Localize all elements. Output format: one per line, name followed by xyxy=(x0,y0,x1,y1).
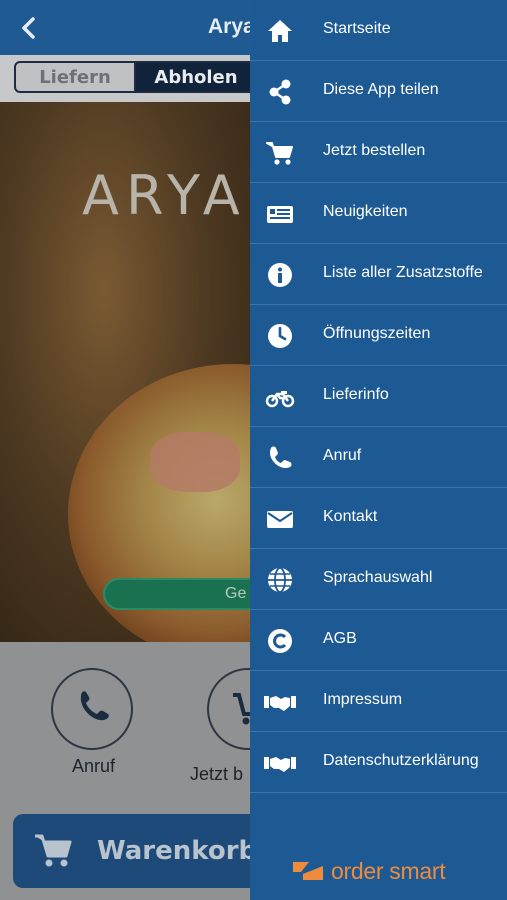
menu-label: Liste aller Zusatzstoffe xyxy=(323,264,483,281)
menu-item-startseite[interactable]: Startseite xyxy=(250,0,507,61)
cart-label: Warenkorb xyxy=(97,836,258,866)
menu-label: Kontakt xyxy=(323,508,378,525)
share-icon xyxy=(269,79,291,105)
cart-icon xyxy=(35,834,72,867)
news-icon xyxy=(267,206,293,223)
menu-item-news[interactable]: Neuigkeiten xyxy=(250,183,507,244)
motorbike-icon xyxy=(265,391,295,408)
menu-item-delivery-info[interactable]: Lieferinfo xyxy=(250,366,507,427)
menu-label: Lieferinfo xyxy=(323,386,389,403)
menu-item-imprint[interactable]: Impressum xyxy=(250,671,507,732)
menu-item-privacy[interactable]: Datenschutzerklärung xyxy=(250,732,507,793)
back-arrow-icon[interactable] xyxy=(16,14,42,42)
order-smart-logo-icon xyxy=(293,862,323,880)
page-title: Arya xyxy=(208,15,255,38)
menu-item-terms[interactable]: AGB xyxy=(250,610,507,671)
phone-icon xyxy=(80,691,109,721)
menu-item-contact[interactable]: Kontakt xyxy=(250,488,507,549)
opening-status-badge[interactable]: Ge xyxy=(103,578,260,610)
menu-label: Impressum xyxy=(323,691,403,708)
menu-label: Jetzt bestellen xyxy=(323,142,426,159)
handshake-icon xyxy=(264,696,296,711)
order-now-label: Jetzt b xyxy=(190,764,244,784)
menu-item-language[interactable]: Sprachauswahl xyxy=(250,549,507,610)
menu-label: Sprachauswahl xyxy=(323,569,433,586)
info-icon xyxy=(268,263,292,287)
menu-label: Anruf xyxy=(323,447,362,464)
handshake-icon xyxy=(264,757,296,772)
tab-pickup[interactable]: Abholen xyxy=(134,61,258,93)
cart-button[interactable]: Warenkorb xyxy=(13,814,273,888)
menu-label: Startseite xyxy=(323,20,391,37)
menu-label: Datenschutzerklärung xyxy=(323,752,479,769)
call-button[interactable] xyxy=(51,668,133,750)
tab-deliver[interactable]: Liefern xyxy=(14,61,136,93)
menu-label: AGB xyxy=(323,630,357,647)
call-label: Anruf xyxy=(72,756,116,776)
globe-icon xyxy=(268,567,292,593)
menu-item-call[interactable]: Anruf xyxy=(250,427,507,488)
order-smart-logo: order smart xyxy=(291,857,446,884)
menu-item-share[interactable]: Diese App teilen xyxy=(250,61,507,122)
menu-item-additives[interactable]: Liste aller Zusatzstoffe xyxy=(250,244,507,305)
menu-label: Diese App teilen xyxy=(323,81,439,98)
menu-label: Öffnungszeiten xyxy=(323,325,431,342)
navigation-drawer: Startseite Diese App teilen Jetzt bestel… xyxy=(250,0,507,900)
restaurant-name: ARYAN xyxy=(82,164,260,227)
menu-label: Neuigkeiten xyxy=(323,203,408,220)
copyright-icon xyxy=(268,629,292,653)
brand-name: order smart xyxy=(331,857,446,884)
restaurant-hero-image: ARYAN Ge xyxy=(0,102,260,642)
clock-icon xyxy=(268,324,292,348)
phone-icon xyxy=(269,446,292,469)
menu-item-opening-hours[interactable]: Öffnungszeiten xyxy=(250,305,507,366)
home-icon xyxy=(268,20,292,42)
envelope-icon xyxy=(267,511,293,528)
menu-item-order[interactable]: Jetzt bestellen xyxy=(250,122,507,183)
pizza-topping xyxy=(150,432,240,492)
cart-icon xyxy=(266,142,293,165)
